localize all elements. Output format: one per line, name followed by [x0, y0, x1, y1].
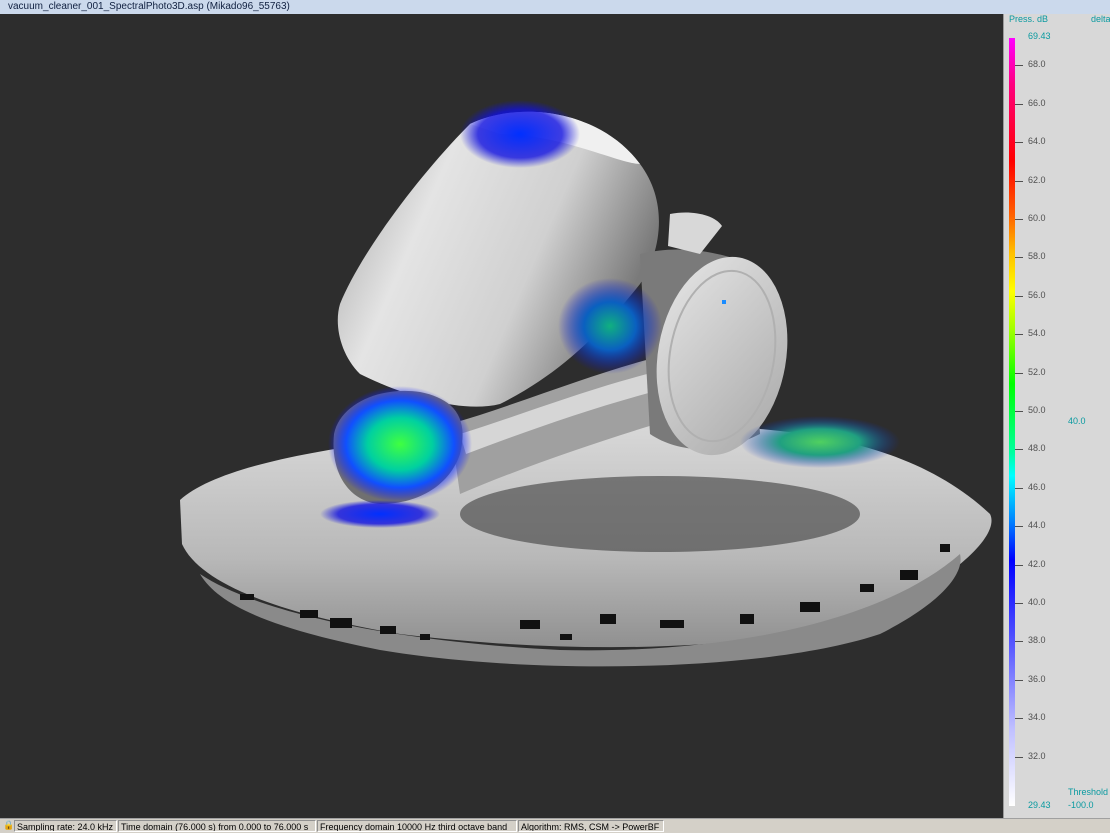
scale-tick-label: 66.0 [1028, 97, 1046, 108]
color-scale-panel: Press. dB delta 69.43 68.0 66.0 64.0 62.0 60… [1003, 14, 1110, 818]
scale-tick [1015, 411, 1023, 413]
scale-tick [1015, 449, 1023, 451]
scale-tick-label: 56.0 [1028, 289, 1046, 300]
scale-tick [1015, 526, 1023, 528]
scale-tick-label: 42.0 [1028, 558, 1046, 569]
scale-tick-label: 68.0 [1028, 59, 1046, 70]
scale-max-label: 69.43 [1028, 31, 1051, 41]
scale-tick-label: 44.0 [1028, 520, 1046, 531]
scale-tick [1015, 487, 1023, 489]
scale-tick-label: 62.0 [1028, 174, 1046, 185]
scale-tick [1015, 603, 1023, 605]
scale-min-label: 29.43 [1028, 800, 1051, 810]
scale-tick-label: 38.0 [1028, 635, 1046, 646]
scale-tick-label: 52.0 [1028, 366, 1046, 377]
scale-tick [1015, 756, 1023, 758]
window-title: vacuum_cleaner_001_SpectralPhoto3D.asp (… [8, 1, 290, 12]
hotspot-nozzle [328, 386, 472, 502]
3d-acoustic-viewport[interactable] [0, 14, 1003, 818]
scale-tick-label: 46.0 [1028, 481, 1046, 492]
scale-tick [1015, 564, 1023, 566]
scale-tick [1015, 180, 1023, 182]
threshold-label: Threshold [1068, 787, 1109, 797]
status-sampling-rate: Sampling rate: 24.0 kHz [14, 820, 117, 832]
hotspot-side [558, 278, 662, 374]
scale-tick [1015, 679, 1023, 681]
scale-tick [1015, 641, 1023, 643]
3d-model-render [180, 100, 992, 667]
scale-tick-label: 58.0 [1028, 251, 1046, 262]
scale-tick [1015, 257, 1023, 259]
scale-tick-label: 54.0 [1028, 328, 1046, 339]
scale-tick [1015, 334, 1023, 336]
scale-unit-label: Press. dB [1009, 14, 1049, 24]
scale-tick [1015, 372, 1023, 374]
scale-tick [1015, 103, 1023, 105]
scale-tick-label: 48.0 [1028, 443, 1046, 454]
scale-tick-label: 50.0 [1028, 405, 1046, 416]
scale-tick [1015, 65, 1023, 67]
scale-tick [1015, 718, 1023, 720]
status-bar: 🔒 Sampling rate: 24.0 kHz Time domain (7… [0, 818, 1110, 833]
scale-tick [1015, 142, 1023, 144]
status-time-domain: Time domain (76.000 s) from 0.000 to 76.… [118, 820, 316, 832]
scale-delta-label: delta [1091, 14, 1110, 24]
scale-tick-label: 40.0 [1028, 597, 1046, 608]
scale-tick-label: 36.0 [1028, 673, 1046, 684]
status-algorithm: Algorithm: RMS, CSM -> PowerBF [518, 820, 664, 832]
scale-tick [1015, 295, 1023, 297]
scale-tick [1015, 219, 1023, 221]
status-frequency-domain: Frequency domain 10000 Hz third octave b… [317, 820, 517, 832]
scale-tick-label: 34.0 [1028, 712, 1046, 723]
hotspot-top [460, 100, 580, 168]
scale-tick-label: 32.0 [1028, 750, 1046, 761]
hotspot-floor [320, 500, 440, 528]
threshold-value: -100.0 [1068, 800, 1094, 810]
window-title-bar[interactable]: vacuum_cleaner_001_SpectralPhoto3D.asp (… [0, 0, 1110, 14]
lock-icon[interactable]: 🔒 [3, 820, 14, 831]
shadow [460, 476, 860, 552]
scale-tick-label: 60.0 [1028, 213, 1046, 224]
hotspot-right [740, 416, 900, 468]
delta-value: 40.0 [1068, 416, 1086, 426]
color-bar[interactable] [1009, 38, 1015, 806]
scale-tick-label: 64.0 [1028, 136, 1046, 147]
